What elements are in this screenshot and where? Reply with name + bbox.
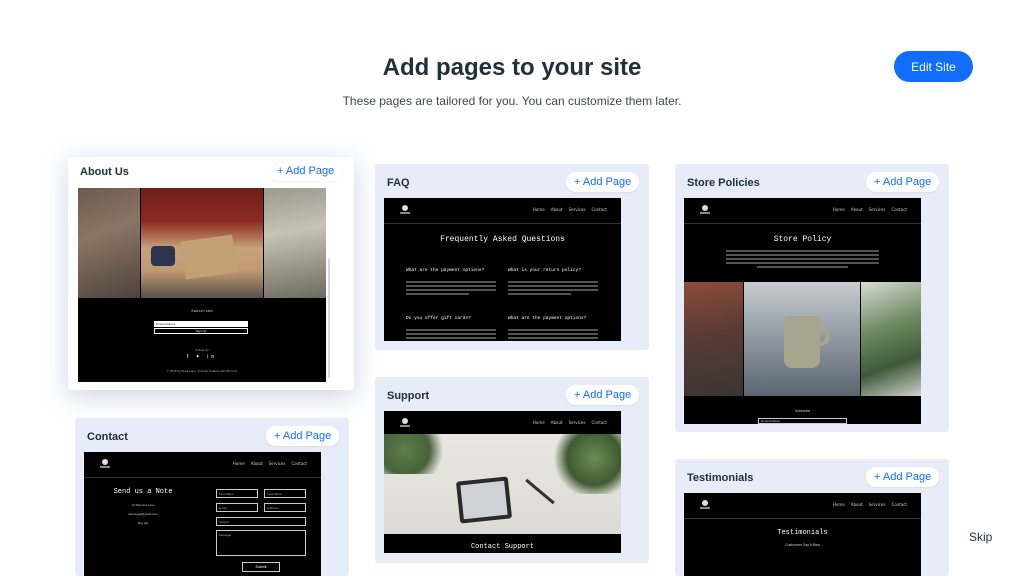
photo-hands <box>78 188 140 298</box>
photo-books <box>684 282 743 396</box>
social-icons: f ✦ in <box>186 354 218 360</box>
faq-answer <box>406 281 496 297</box>
page-subtitle: These pages are tailored for you. You ca… <box>342 94 682 108</box>
support-preview: Home About Services Contact Contact Support <box>384 411 621 553</box>
page-title: Add pages to your site <box>382 54 642 81</box>
add-page-button[interactable]: + Add Page <box>266 426 340 446</box>
site-logo-icon <box>400 418 410 428</box>
nav-links: Home About Services Contact <box>532 420 607 425</box>
page-card-about-us[interactable]: About Us + Add Page Subscribe Email Addr… <box>68 157 354 390</box>
nav-links: Home About Services Contact <box>232 461 307 466</box>
faq-question: What are the payment options? <box>508 316 587 321</box>
contact-preview: Home About Services Contact Send us a Note … <box>84 452 321 576</box>
preview-nav: Home About Services Contact <box>384 198 621 224</box>
contact-phone: Buy gift <box>137 521 148 525</box>
page-card-testimonials[interactable]: Testimonials + Add Page Home About Service… <box>675 459 949 576</box>
store-paragraph <box>726 250 879 270</box>
email-input: Email Address <box>758 418 847 424</box>
store-heading: Store Policy <box>773 235 832 244</box>
faq-question: Do you offer gift cards? <box>406 316 471 321</box>
faq-answer <box>406 329 496 341</box>
nav-links: Home About Services Contact <box>832 502 907 507</box>
page-card-faq[interactable]: FAQ + Add Page Home About Services Contact … <box>375 164 649 350</box>
testimonials-heading: Testimonials <box>777 529 828 537</box>
photo-tablet <box>384 434 621 534</box>
contact-heading: Send us a Note <box>113 488 173 496</box>
message-field: Message <box>216 530 306 556</box>
add-page-button[interactable]: + Add Page <box>566 385 640 405</box>
support-heading: Contact Support <box>470 543 534 551</box>
site-logo-icon <box>700 500 710 510</box>
address-field: Address <box>264 503 306 512</box>
card-title: Store Policies <box>687 177 760 189</box>
add-page-button[interactable]: + Add Page <box>269 161 343 181</box>
site-logo-icon <box>100 459 110 469</box>
store-policies-preview: Home About Services Contact Store Policy Su… <box>684 198 921 424</box>
faq-preview: Home About Services Contact Frequently Aske… <box>384 198 621 341</box>
edit-site-button[interactable]: Edit Site <box>894 51 973 82</box>
add-page-button[interactable]: + Add Page <box>866 172 940 192</box>
photo-plant <box>861 282 921 396</box>
preview-scrollbar[interactable] <box>326 188 346 382</box>
subject-field: Subject <box>216 517 306 526</box>
preview-nav: Home About Services Contact <box>684 493 921 519</box>
page-card-contact[interactable]: Contact + Add Page Home About Services Cont… <box>75 418 349 576</box>
subscribe-label: Subscribe <box>794 409 811 413</box>
faq-answer <box>508 281 598 297</box>
testimonials-subheading: Customers Say It Best <box>785 543 820 547</box>
contact-address: 12 Ramona Lane <box>131 503 155 507</box>
card-title: Contact <box>87 431 128 443</box>
subscribe-label: Subscribe <box>191 310 213 314</box>
faq-heading: Frequently Asked Questions <box>440 235 565 244</box>
testimonials-preview: Home About Services Contact Testimonials Cu… <box>684 493 921 576</box>
card-title: About Us <box>80 166 129 178</box>
site-logo-icon <box>400 205 410 215</box>
add-page-button[interactable]: + Add Page <box>566 172 640 192</box>
contact-email: alonsegal@gmail.com <box>128 512 158 516</box>
faq-question: What are the payment options? <box>406 268 485 273</box>
card-title: Support <box>387 390 430 402</box>
skip-link[interactable]: Skip <box>969 530 992 544</box>
photo-mug <box>744 282 860 396</box>
photo-person <box>264 188 326 298</box>
nav-links: Home About Services Contact <box>532 207 607 212</box>
signup-button: Sign Up <box>154 328 248 334</box>
page-card-store-policies[interactable]: Store Policies + Add Page Home About Servi… <box>675 164 949 432</box>
card-title: Testimonials <box>687 472 754 484</box>
add-page-button[interactable]: + Add Page <box>866 467 940 487</box>
preview-nav: Home About Services Contact <box>684 198 921 224</box>
follow-label: Follow Us <box>195 348 209 352</box>
preview-nav: Home About Services Contact <box>84 452 321 478</box>
about-us-preview: Subscribe Email Address Sign Up Follow U… <box>78 188 326 382</box>
submit-button: Submit <box>242 562 280 572</box>
faq-answer <box>508 329 598 341</box>
site-logo-icon <box>700 205 710 215</box>
last-name-field: Last Name <box>264 489 306 498</box>
first-name-field: First Name <box>216 489 258 498</box>
add-pages-screen: Add pages to your site These pages are t… <box>0 0 1024 576</box>
page-card-support[interactable]: Support + Add Page Home About Services Cont… <box>375 377 649 563</box>
card-title: FAQ <box>387 177 410 189</box>
nav-links: Home About Services Contact <box>832 207 907 212</box>
photo-package <box>141 188 263 298</box>
email-input: Email Address <box>154 321 248 327</box>
email-field: Email <box>216 503 258 512</box>
footer-text: © 2035 by Book Farm. Proudly created wit… <box>166 369 238 373</box>
faq-question: What is your return policy? <box>508 268 581 273</box>
